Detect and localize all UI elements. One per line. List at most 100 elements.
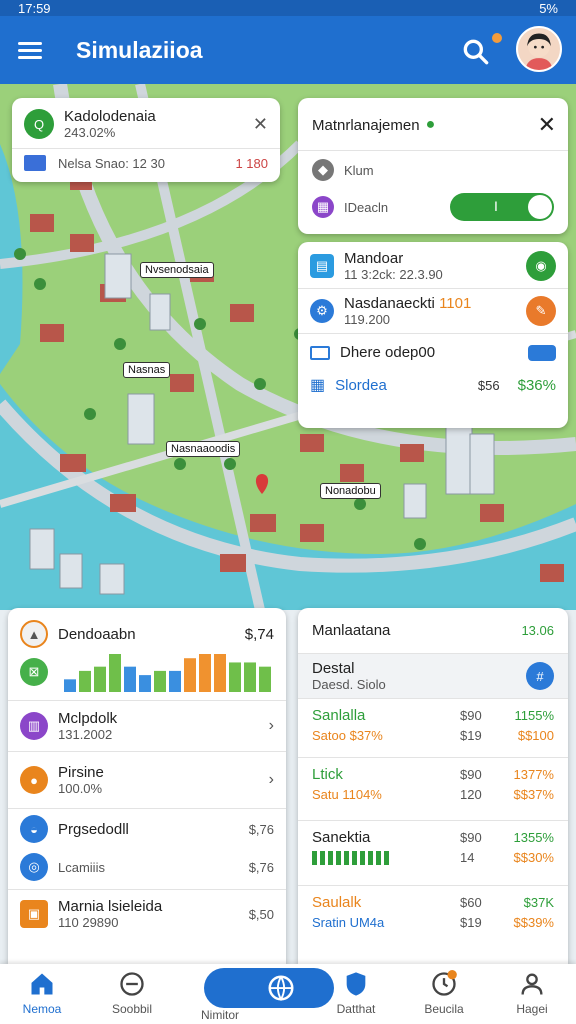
item-sub: 131.2002 xyxy=(58,727,113,742)
clock-icon xyxy=(432,970,457,996)
item-sub: 100.0% xyxy=(58,781,103,796)
nav-monitor[interactable]: Nimitor xyxy=(180,1008,260,1022)
map-label[interactable]: Nasnaaoodis xyxy=(166,441,241,457)
detail-sub: Daesd. Siolo xyxy=(312,677,386,692)
toggle-switch[interactable]: I xyxy=(450,193,554,221)
item-sub: 110 29890 xyxy=(58,915,119,930)
chart-bar xyxy=(214,654,226,692)
row-sub: Satu 1104% xyxy=(312,787,382,802)
action-pct: $36% xyxy=(517,376,556,394)
detail-button[interactable]: # xyxy=(526,662,554,690)
map-label[interactable]: Nasnas xyxy=(123,362,171,378)
row-sub-pct: $$100 xyxy=(517,728,554,743)
list-item[interactable]: ◒ Prgsedodll $,76 xyxy=(8,809,286,849)
item-value: $,50 xyxy=(248,906,274,922)
chevron-right-icon[interactable]: › xyxy=(269,771,274,789)
item-title: Lcamiiis xyxy=(58,859,105,875)
book-icon: ▥ xyxy=(20,712,48,740)
chart-bar xyxy=(169,670,181,692)
chart-bar xyxy=(154,670,166,692)
close-icon[interactable]: ✕ xyxy=(253,114,268,135)
box-icon: ▣ xyxy=(20,900,48,928)
nav-home[interactable]: Nemoa xyxy=(2,970,82,1016)
notification-dot xyxy=(492,33,502,43)
panel-title: Dendoaabn xyxy=(58,625,136,643)
item-value: $,76 xyxy=(248,821,274,837)
table-row[interactable]: Sanektia $90 1355% 14 $$30% xyxy=(298,821,568,885)
management-panel: Manlaatana 13.06 Destal Daesd. Siolo # Sa… xyxy=(298,608,568,964)
row-sub-value: $19 xyxy=(460,915,482,930)
item-title: Pirsine xyxy=(58,764,104,781)
close-icon[interactable]: ✕ xyxy=(538,112,556,138)
stats-card[interactable]: ▤ Mandoar 11 3:2ck: 22.3.90 ◉ ⚙ Nasdanae… xyxy=(298,242,568,428)
chart-icon: ⊠ xyxy=(20,658,48,686)
row-value: $90 xyxy=(460,708,482,723)
status-bar: 17:59 5% xyxy=(0,0,576,16)
row-sub: Satoo $37% xyxy=(312,728,383,743)
nav-center-pill[interactable] xyxy=(204,968,334,1008)
chart-bar xyxy=(139,675,151,692)
row-name: Ltick xyxy=(312,766,343,783)
item-title: Marnia lsieleida xyxy=(58,898,163,915)
nav-social[interactable]: Soobbil xyxy=(92,970,172,1016)
overview-panel: ▲ Dendoaabn $,74 ⊠ ▥ Mclpdolk 131.2002 › … xyxy=(8,608,286,964)
list-item[interactable]: ◎ Lcamiiis $,76 xyxy=(8,849,286,885)
chevron-right-icon[interactable]: › xyxy=(269,717,274,735)
location-card[interactable]: Q Kadolodenaia 243.02% ✕ Nelsa Snao: 12 … xyxy=(12,98,280,182)
row-pct: $37K xyxy=(523,895,554,910)
chart-bar xyxy=(64,679,76,692)
list-item[interactable]: ▥ Mclpdolk 131.2002 › xyxy=(8,701,286,751)
row-value: $90 xyxy=(460,830,482,845)
chat-icon xyxy=(120,972,144,996)
toggle-label: I xyxy=(494,198,498,214)
panel-value: $,74 xyxy=(244,625,274,643)
menu-icon[interactable] xyxy=(18,41,42,59)
list-item[interactable]: ▣ Marnia lsieleida 110 29890 $,50 xyxy=(8,890,286,938)
nav-label: Hagei xyxy=(516,1002,548,1016)
table-row[interactable]: Sanlalla $90 1155% Satoo $37% $19 $$100 xyxy=(298,699,568,757)
stat-sub: 119.200 xyxy=(344,312,391,327)
detail-title: Destal xyxy=(312,660,355,677)
map-label[interactable]: Nvsenodsaia xyxy=(140,262,214,278)
row-pct: 1155% xyxy=(514,708,554,723)
row-sub-pct: $$30% xyxy=(513,850,554,865)
row-sub-value: 14 xyxy=(460,850,475,865)
list-item[interactable]: ● Pirsine 100.0% › xyxy=(8,752,286,808)
item-title: Mclpdolk xyxy=(58,710,118,727)
search-icon[interactable] xyxy=(460,36,492,68)
stat-sub: 11 3:2ck: 22.3.90 xyxy=(344,267,443,282)
nav-label: Nemoa xyxy=(22,1002,62,1016)
stat-title: Mandoar xyxy=(344,250,404,267)
status-battery: 5% xyxy=(539,0,558,16)
row-name: Sanlalla xyxy=(312,707,366,724)
location-value: 243.02% xyxy=(64,125,116,140)
item-title: Prgsedodll xyxy=(58,820,129,838)
action-label[interactable]: Slordea xyxy=(335,377,387,394)
map-label[interactable]: Nonadobu xyxy=(320,483,381,499)
nav-build[interactable]: Beucila xyxy=(404,970,484,1016)
target-icon: ◎ xyxy=(20,853,48,881)
avatar[interactable] xyxy=(516,26,562,72)
nav-profile[interactable]: Hagei xyxy=(492,970,572,1016)
row-sub-value: 120 xyxy=(460,787,482,802)
eye-icon[interactable]: ◉ xyxy=(526,251,556,281)
row-sub-value: $19 xyxy=(460,728,482,743)
table-row[interactable]: Ltick $90 1377% Satu 1104% 120 $$37% xyxy=(298,758,568,820)
stat-badge: 1101 xyxy=(439,295,472,312)
nav-data[interactable]: Datthat xyxy=(316,970,396,1016)
person-icon xyxy=(521,973,543,995)
nav-label: Datthat xyxy=(336,1002,376,1016)
input-label[interactable]: Dhere odep00 xyxy=(340,344,435,361)
home-icon xyxy=(31,973,53,995)
chart-bar xyxy=(229,662,241,692)
input-toggle[interactable] xyxy=(528,344,556,361)
pin-icon[interactable]: ✎ xyxy=(526,296,556,326)
row-pct: 1355% xyxy=(513,830,554,845)
table-row[interactable]: Saulalk $60 $37K Sratin UM4a $19 $$39% xyxy=(298,886,568,944)
row-value: $60 xyxy=(460,895,482,910)
location-title: Kadolodenaia xyxy=(64,108,156,125)
app-title: Simulaziioa xyxy=(76,36,203,63)
mini-chart xyxy=(312,850,392,865)
management-row2: IDeacln xyxy=(344,199,389,215)
management-card[interactable]: Matnrlanajemen ● ✕ ◆ Klum ▦ IDeacln I xyxy=(298,98,568,234)
